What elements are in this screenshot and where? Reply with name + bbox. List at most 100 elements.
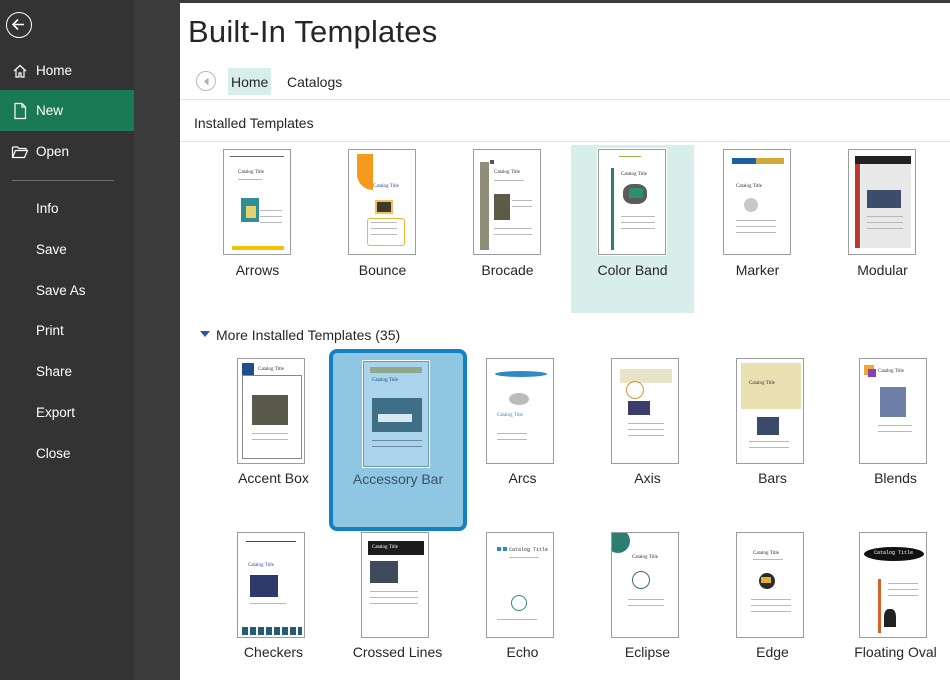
- nav-open[interactable]: Open: [0, 131, 134, 172]
- template-label: Echo: [506, 644, 539, 660]
- back-arrow-icon: [11, 18, 24, 31]
- template-label: Floating Oval: [854, 644, 937, 660]
- page-title: Built-In Templates: [188, 14, 438, 49]
- thumb-title: Catalog Title: [258, 367, 284, 372]
- nav-share[interactable]: Share: [0, 351, 134, 392]
- template-thumbnail: Catalog Title: [348, 149, 416, 255]
- template-thumbnail: Catalog Title: [486, 532, 554, 638]
- template-label: Marker: [735, 262, 780, 278]
- template-label: Bounce: [358, 262, 407, 278]
- thumb-title: Catalog Title: [372, 545, 398, 550]
- nav-save[interactable]: Save: [0, 229, 134, 270]
- template-label: Bars: [758, 470, 787, 486]
- template-thumbnail: Catalog Title: [723, 149, 791, 255]
- template-label: Color Band: [597, 262, 668, 278]
- template-modular[interactable]: Modular: [821, 145, 944, 313]
- template-thumbnail: Catalog Title: [859, 358, 927, 464]
- template-thumbnail: Catalog Title: [736, 358, 804, 464]
- template-color-band[interactable]: Catalog Title Color Band: [571, 145, 694, 313]
- template-echo[interactable]: Catalog Title Echo: [461, 526, 584, 680]
- back-button[interactable]: [6, 12, 32, 38]
- nav-save-as[interactable]: Save As: [0, 270, 134, 311]
- template-eclipse[interactable]: Catalog Title Eclipse: [586, 526, 709, 680]
- thumb-title: Catalog Title: [874, 550, 914, 556]
- template-thumbnail: [611, 358, 679, 464]
- template-bars[interactable]: Catalog Title Bars: [711, 352, 834, 522]
- template-thumbnail: Catalog Title: [237, 358, 305, 464]
- template-label: Edge: [756, 644, 789, 660]
- backstage-rail: Home New Open Info Save Save As Print Sh…: [0, 0, 134, 680]
- tab-back-button[interactable]: [196, 71, 216, 91]
- nav-share-label: Share: [36, 364, 73, 379]
- template-thumbnail: Catalog Title: [736, 532, 804, 638]
- thumb-title: Catalog Title: [632, 555, 658, 560]
- template-label: Arcs: [508, 470, 537, 486]
- template-axis[interactable]: Axis: [586, 352, 709, 522]
- thumb-title: Catalog Title: [736, 184, 762, 189]
- nav-open-label: Open: [36, 144, 70, 159]
- nav-save-as-label: Save As: [36, 283, 86, 298]
- template-label: Accessory Bar: [352, 471, 444, 487]
- rail-divider: [12, 180, 114, 181]
- template-thumbnail: Catalog Title: [361, 532, 429, 638]
- template-blends[interactable]: Catalog Title Blends: [834, 352, 950, 522]
- template-brocade[interactable]: Catalog Title Brocade: [446, 145, 569, 313]
- template-edge[interactable]: Catalog Title Edge: [711, 526, 834, 680]
- installed-divider: [180, 141, 950, 142]
- template-thumbnail: [848, 149, 916, 255]
- nav-close[interactable]: Close: [0, 433, 134, 474]
- tab-home[interactable]: Home: [228, 68, 272, 95]
- thumb-title: Catalog Title: [494, 170, 520, 175]
- thumb-title: Catalog Title: [753, 551, 779, 556]
- thumb-title: Catalog Title: [248, 563, 274, 568]
- chevron-left-icon: [204, 77, 209, 86]
- template-arcs[interactable]: Catalog Title Arcs: [461, 352, 584, 522]
- template-floating-oval[interactable]: Catalog Title Floating Oval: [834, 526, 950, 680]
- thumb-title: Catalog Title: [238, 170, 264, 175]
- header-divider: [180, 99, 950, 100]
- template-marker[interactable]: Catalog Title Marker: [696, 145, 819, 313]
- template-accent-box[interactable]: Catalog Title Accent Box: [212, 352, 335, 522]
- new-document-icon: [10, 101, 30, 121]
- template-checkers[interactable]: Catalog Title Checkers: [212, 526, 335, 680]
- template-label: Blends: [874, 470, 917, 486]
- nav-info-label: Info: [36, 201, 59, 216]
- thumb-title: Catalog Title: [373, 184, 399, 189]
- template-label: Checkers: [243, 644, 304, 660]
- template-thumbnail: Catalog Title: [859, 532, 927, 638]
- open-folder-icon: [10, 142, 30, 162]
- template-thumbnail: Catalog Title: [611, 532, 679, 638]
- template-arrows[interactable]: Catalog Title Arrows: [196, 145, 319, 313]
- template-label: Modular: [857, 262, 908, 278]
- more-templates-heading[interactable]: More Installed Templates (35): [216, 327, 400, 343]
- rail-gutter: [134, 0, 180, 680]
- nav-new-label: New: [36, 103, 64, 118]
- thumb-title: Catalog Title: [749, 381, 775, 386]
- template-label: Accent Box: [238, 470, 309, 486]
- nav-print[interactable]: Print: [0, 310, 134, 351]
- template-crossed-lines[interactable]: Catalog Title Crossed Lines: [336, 526, 459, 680]
- nav-export[interactable]: Export: [0, 392, 134, 433]
- template-thumbnail: Catalog Title: [237, 532, 305, 638]
- thumb-title: Catalog Title: [621, 172, 647, 177]
- template-label: Eclipse: [624, 644, 671, 660]
- thumb-title: Catalog Title: [372, 378, 398, 383]
- template-thumbnail: Catalog Title: [473, 149, 541, 255]
- nav-save-label: Save: [36, 242, 67, 257]
- template-thumbnail: Catalog Title: [598, 149, 666, 255]
- template-thumbnail: Catalog Title: [223, 149, 291, 255]
- template-label: Arrows: [235, 262, 280, 278]
- nav-export-label: Export: [36, 405, 76, 420]
- nav-info[interactable]: Info: [0, 188, 134, 229]
- tab-catalogs[interactable]: Catalogs: [284, 68, 345, 95]
- template-thumbnail: Catalog Title: [363, 361, 429, 467]
- nav-home[interactable]: Home: [0, 50, 134, 91]
- template-label: Axis: [634, 470, 661, 486]
- template-accessory-bar[interactable]: Catalog Title Accessory Bar: [329, 349, 467, 531]
- installed-templates-heading: Installed Templates: [194, 115, 314, 131]
- collapse-caret-icon[interactable]: [200, 331, 210, 337]
- nav-home-label: Home: [36, 63, 73, 78]
- nav-new[interactable]: New: [0, 90, 134, 131]
- thumb-title: Catalog Title: [497, 413, 523, 418]
- template-bounce[interactable]: Catalog Title Bounce: [321, 145, 444, 313]
